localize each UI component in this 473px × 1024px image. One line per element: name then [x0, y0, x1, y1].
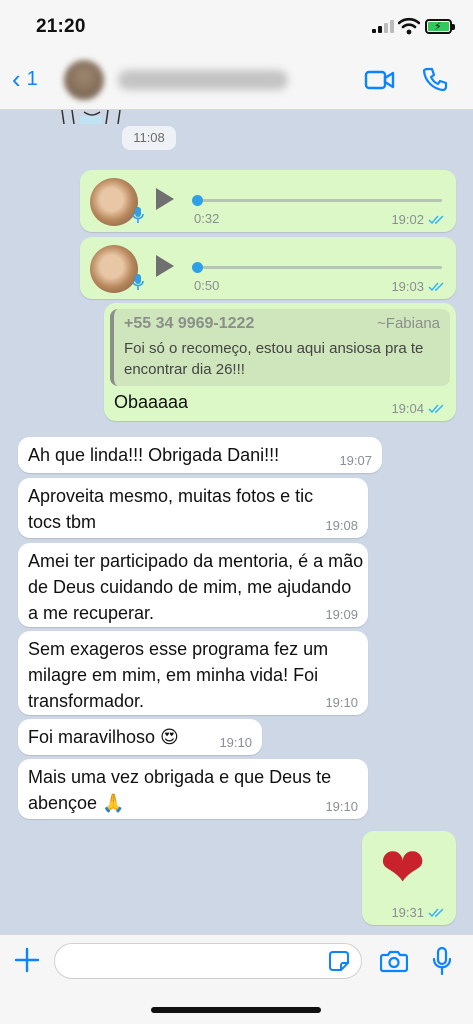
message-time: 19:07 [339, 453, 372, 468]
incoming-message[interactable]: Amei ter participado da mentoria, é a mã… [18, 543, 368, 627]
sticker-icon[interactable] [328, 950, 350, 972]
message-meta: 19:31 [391, 905, 446, 920]
heart-emoji: ❤ [380, 838, 426, 898]
battery-icon: ⚡ [425, 19, 455, 34]
message-time: 19:10 [325, 799, 358, 814]
status-bar: 21:20 ⚡ [0, 0, 473, 52]
incoming-message[interactable]: Mais uma vez obrigada e que Deus te aben… [18, 759, 368, 819]
audio-knob[interactable] [192, 262, 203, 273]
sender-photo [90, 178, 138, 226]
message-meta: 19:02 [391, 212, 446, 227]
message-input[interactable] [54, 943, 362, 979]
play-icon[interactable] [156, 255, 174, 277]
message-composer [0, 934, 473, 1024]
voice-message[interactable]: 0:32 19:02 [80, 170, 456, 232]
incoming-message[interactable]: Foi maravilhoso 😍 19:10 [18, 719, 262, 755]
chevron-left-icon: ‹ [12, 64, 21, 94]
read-ticks-icon [428, 214, 444, 224]
plus-icon[interactable] [14, 947, 40, 973]
signal-icon [372, 20, 394, 33]
message-time: 19:08 [325, 518, 358, 533]
read-ticks-icon [428, 281, 444, 291]
unread-count: 1 [26, 67, 38, 90]
home-indicator[interactable] [151, 1007, 321, 1013]
message-text: Aproveita mesmo, muitas fotos e tic tocs… [28, 486, 314, 532]
message-time: 19:10 [325, 695, 358, 710]
heart-message[interactable]: ❤ 19:31 [362, 831, 456, 925]
contact-name[interactable]: •••••• •••• [118, 70, 288, 90]
camera-icon[interactable] [380, 949, 408, 973]
message-time: 19:09 [325, 607, 358, 622]
message-text: Ah que linda!!! Obrigada Dani!!! [28, 445, 280, 465]
chat-header: ‹ 1 •••••• •••• [0, 52, 473, 110]
quoted-text: Foi só o recomeço, estou aqui ansiosa pr… [124, 340, 424, 378]
mic-icon [132, 207, 144, 223]
message-text: Mais uma vez obrigada e que Deus te aben… [28, 767, 332, 813]
microphone-icon[interactable] [432, 946, 452, 976]
read-ticks-icon [428, 403, 444, 413]
time-stamp: 11:08 [122, 126, 176, 150]
quoted-pushname: ~Fabiana [377, 315, 440, 332]
clock: 21:20 [36, 16, 86, 37]
message-time: 19:02 [391, 212, 424, 227]
audio-duration: 0:50 [194, 278, 220, 293]
message-time: 19:03 [391, 279, 424, 294]
incoming-message[interactable]: Aproveita mesmo, muitas fotos e tic tocs… [18, 478, 368, 538]
message-meta: 19:03 [391, 279, 446, 294]
audio-duration: 0:32 [194, 211, 220, 226]
message-text: Foi maravilhoso 😍 [28, 727, 179, 747]
sender-photo [90, 245, 138, 293]
audio-progress[interactable] [192, 195, 442, 206]
quoted-message[interactable]: +55 34 9969-1222 ~Fabiana Foi só o recom… [110, 309, 450, 386]
message-text: Obaaaaa [114, 392, 189, 412]
read-ticks-icon [428, 907, 444, 917]
message-text: Amei ter participado da mentoria, é a mã… [28, 551, 364, 623]
incoming-message[interactable]: Sem exageros esse programa fez um milagr… [18, 631, 368, 715]
sticker-partial [61, 110, 121, 124]
chat-area[interactable]: 11:08 0:32 19:02 0:50 19:03 +55 34 9969-… [0, 110, 473, 934]
incoming-message[interactable]: Ah que linda!!! Obrigada Dani!!! 19:07 [18, 437, 382, 473]
message-time: 19:10 [219, 735, 252, 750]
mic-icon [132, 274, 144, 290]
message-meta: 19:04 [391, 401, 446, 416]
audio-progress[interactable] [192, 262, 442, 273]
voice-message[interactable]: 0:50 19:03 [80, 237, 456, 299]
message-text: Sem exageros esse programa fez um milagr… [28, 639, 329, 711]
back-button[interactable]: ‹ 1 [12, 66, 38, 92]
message-time: 19:31 [391, 905, 424, 920]
avatar[interactable] [64, 60, 104, 100]
wifi-icon [398, 17, 420, 35]
audio-knob[interactable] [192, 195, 203, 206]
reply-message[interactable]: +55 34 9969-1222 ~Fabiana Foi só o recom… [104, 303, 456, 421]
video-call-icon[interactable] [364, 68, 396, 92]
phone-icon[interactable] [422, 66, 448, 92]
play-icon[interactable] [156, 188, 174, 210]
message-time: 19:04 [391, 401, 424, 416]
